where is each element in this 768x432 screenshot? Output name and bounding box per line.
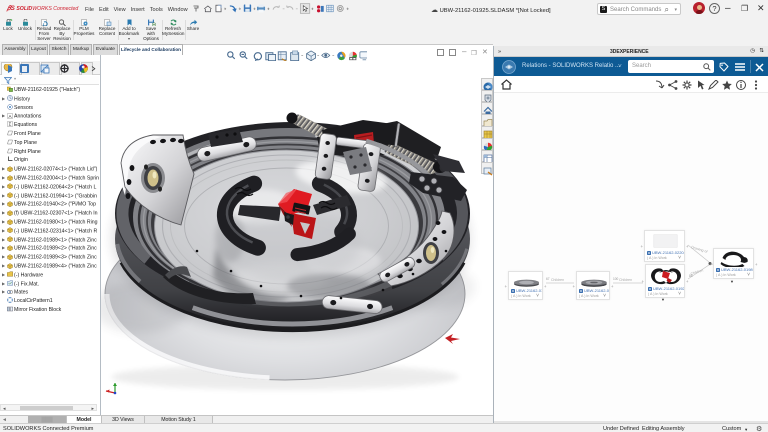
svg-text:100: 100 [613,277,619,281]
svg-text:67: 67 [546,277,550,281]
svg-text:Σ: Σ [9,122,12,127]
svg-text:88: 88 [689,274,693,278]
svg-text:Drawing of: Drawing of [691,245,708,254]
svg-text:Children: Children [619,278,632,282]
svg-text:Children: Children [551,278,564,282]
